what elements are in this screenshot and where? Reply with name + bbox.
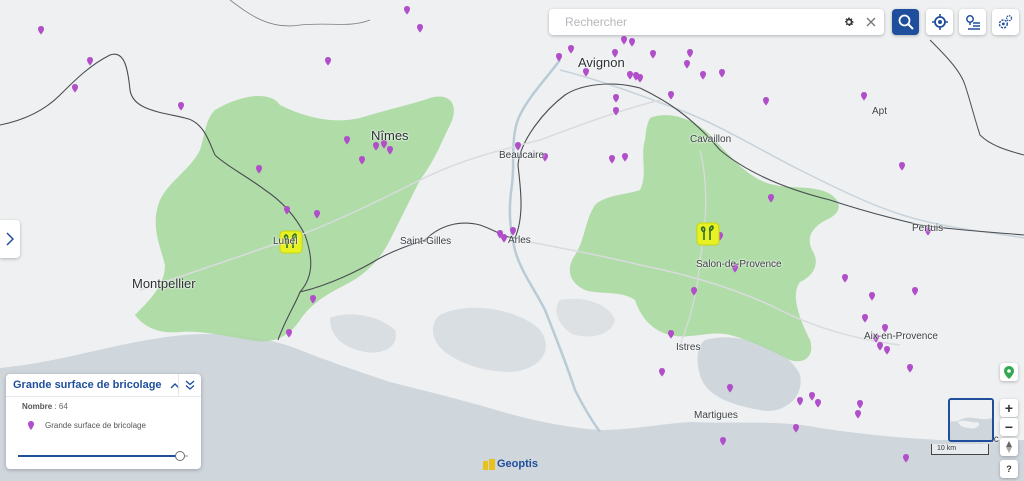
city-label-saint-gilles: Saint-Gilles: [400, 236, 452, 247]
legend-count: Nombre : 64: [22, 402, 68, 411]
zoom-in-button[interactable]: +: [1000, 399, 1018, 417]
search-button[interactable]: [892, 9, 919, 35]
city-label-istres: Istres: [676, 342, 701, 353]
legend-panel: Grande surface de bricolage Nombre : 64 …: [6, 374, 201, 469]
city-label-salon: Salon-de-Provence: [696, 259, 782, 270]
expand-panel-handle[interactable]: [0, 220, 20, 258]
google-maps-button[interactable]: [1000, 363, 1018, 381]
city-label-avignon: Avignon: [578, 55, 625, 70]
compass-icon: [1006, 441, 1012, 453]
highlighted-poi-marker[interactable]: [696, 222, 720, 246]
city-label-nimes: Nîmes: [371, 128, 409, 143]
gear-icon[interactable]: [840, 13, 858, 31]
city-label-martigues: Martigues: [694, 410, 738, 421]
map-pin-icon: [1004, 365, 1014, 379]
locate-icon: [931, 14, 948, 30]
reset-north-button[interactable]: [1000, 438, 1018, 456]
legend-title: Grande surface de bricolage: [13, 379, 162, 391]
opacity-slider[interactable]: [18, 451, 188, 461]
chevron-right-icon: [6, 232, 14, 246]
collapse-legend-button[interactable]: [178, 374, 201, 396]
scale-bar: 10 km: [931, 444, 989, 455]
zoom-out-button[interactable]: −: [1000, 418, 1018, 436]
route-list-button[interactable]: [959, 9, 986, 35]
city-label-beaucaire: Beaucaire: [499, 150, 545, 161]
legend-count-value: 64: [58, 402, 68, 411]
search-bar: [549, 9, 884, 35]
city-label-apt: Apt: [872, 106, 888, 117]
settings-icon: [998, 14, 1013, 29]
close-icon[interactable]: [862, 13, 880, 31]
minimap-view: [950, 400, 992, 440]
legend-count-label: Nombre: [22, 402, 53, 411]
help-button[interactable]: ?: [1000, 460, 1018, 478]
city-label-lunel: Lunel: [273, 236, 298, 247]
search-input[interactable]: [563, 14, 840, 30]
city-label-aix: Aix-en-Provence: [864, 331, 938, 342]
city-label-pertuis: Pertuis: [912, 223, 944, 234]
search-icon: [898, 14, 914, 30]
geoptis-logo: Geoptis: [483, 458, 538, 470]
legend-item: Grande surface de bricolage: [28, 421, 146, 430]
city-label-cavaillon: Cavaillon: [690, 134, 732, 145]
route-list-icon: [965, 15, 980, 30]
city-label-montpellier: Montpellier: [132, 276, 196, 291]
minimap[interactable]: [948, 398, 994, 442]
slider-thumb[interactable]: [174, 451, 185, 461]
locate-button[interactable]: [926, 9, 953, 35]
double-chevron-down-icon: [185, 380, 195, 390]
legend-count-separator: :: [52, 402, 59, 411]
city-label-arles: Arles: [508, 235, 531, 246]
scale-label: 10 km: [937, 445, 957, 452]
poi-marker-icon: [28, 421, 34, 430]
legend-header: Grande surface de bricolage: [6, 374, 201, 397]
legend-item-label: Grande surface de bricolage: [45, 421, 146, 430]
slider-track-filled: [18, 455, 180, 457]
brand-name: Geoptis: [497, 458, 538, 470]
geoptis-logo-icon: [483, 458, 495, 470]
settings-button[interactable]: [992, 9, 1019, 35]
